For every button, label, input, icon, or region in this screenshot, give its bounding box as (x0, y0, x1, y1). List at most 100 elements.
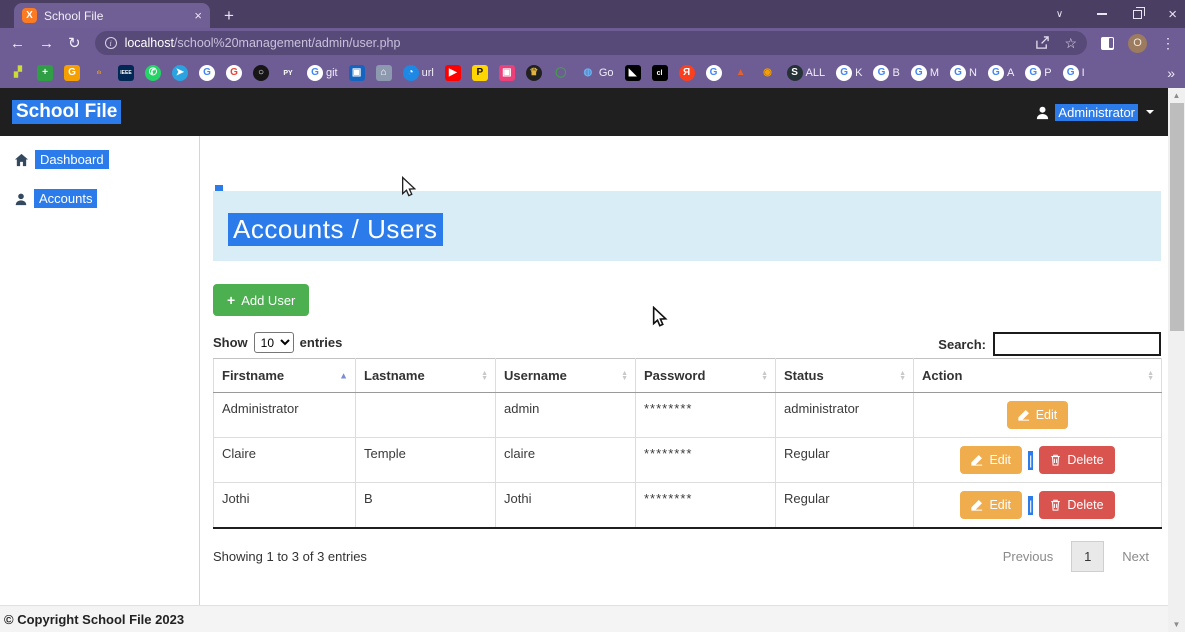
share-icon[interactable] (1035, 36, 1050, 50)
scrollbar-thumb[interactable] (1170, 103, 1184, 331)
google-icon[interactable]: G (199, 65, 215, 81)
button-separator: | (1028, 496, 1033, 515)
sidebar: Dashboard Accounts (0, 136, 200, 605)
minimize-button[interactable] (1097, 13, 1107, 15)
tab-close-icon[interactable]: × (194, 8, 202, 23)
edit-button[interactable]: Edit (960, 491, 1022, 519)
matlab-icon[interactable]: ▲ (733, 65, 749, 81)
delete-button[interactable]: Delete (1039, 491, 1114, 519)
google-n-icon[interactable]: GN (950, 65, 977, 81)
flag-icon[interactable]: ▣ (349, 65, 365, 81)
github-icon[interactable]: ○ (253, 65, 269, 81)
ring-icon[interactable]: ◯ (553, 65, 569, 81)
entries-label: entries (300, 335, 343, 350)
youtube-icon[interactable]: ▶ (445, 65, 461, 81)
column-header-password[interactable]: Password▲▼ (636, 359, 776, 393)
google-icon-2[interactable]: G (226, 65, 242, 81)
url-icon[interactable]: ◔url (403, 65, 434, 81)
sidebar-item-label: Dashboard (35, 150, 109, 169)
search-label: Search: (938, 337, 986, 352)
caret-down-icon (1146, 110, 1154, 114)
hat-icon[interactable]: ♛ (526, 65, 542, 81)
bank-icon[interactable]: ⌂ (376, 65, 392, 81)
p-icon[interactable]: P (472, 65, 488, 81)
telegram-icon[interactable]: ➤ (172, 65, 188, 81)
main-content: Accounts / Users + Add User Show 10 entr… (213, 136, 1161, 605)
scroll-up-icon[interactable]: ▲ (1168, 88, 1185, 103)
user-name: Administrator (1055, 104, 1138, 121)
browser-menu-icon[interactable]: ⋮ (1161, 35, 1175, 52)
edit-button[interactable]: Edit (1007, 401, 1069, 429)
yandex-icon[interactable]: Я (679, 65, 695, 81)
google-icon-3[interactable]: G (706, 65, 722, 81)
search-input[interactable] (993, 332, 1161, 356)
sort-icon: ▲▼ (481, 371, 488, 381)
whatsapp-icon[interactable]: ✆ (145, 65, 161, 81)
browser-tab[interactable]: X School File × (14, 3, 210, 28)
google-k-icon[interactable]: GK (836, 65, 862, 81)
sort-icon: ▲▼ (899, 371, 906, 381)
user-menu[interactable]: Administrator (1035, 104, 1154, 121)
edit-icon (971, 454, 983, 466)
new-tab-button[interactable]: + (224, 3, 234, 28)
address-bar[interactable]: i localhost/school%20management/admin/us… (95, 31, 1087, 55)
side-panel-icon[interactable] (1101, 37, 1114, 50)
sort-icon: ▲▼ (1147, 371, 1154, 381)
sheets-icon[interactable]: + (37, 65, 53, 81)
go-icon[interactable]: ◍Go (580, 65, 614, 81)
restore-button[interactable] (1133, 10, 1142, 19)
bookmark-star-icon[interactable]: ☆ (1064, 35, 1077, 52)
pagination-next[interactable]: Next (1110, 541, 1161, 572)
sidebar-item-dashboard[interactable]: Dashboard (14, 150, 199, 169)
page-size-select[interactable]: 10 (254, 332, 294, 353)
app-footer: © Copyright School File 2023 (0, 605, 1168, 632)
pagination-page-1[interactable]: 1 (1071, 541, 1104, 572)
ieee-icon[interactable]: IEEE (118, 65, 134, 81)
page-title-panel: Accounts / Users (213, 191, 1161, 261)
column-header-lastname[interactable]: Lastname▲▼ (356, 359, 496, 393)
python-icon[interactable]: PY (280, 65, 296, 81)
penguin-icon[interactable]: ◣ (625, 65, 641, 81)
app-brand: School File (12, 100, 121, 124)
trash-icon (1050, 454, 1061, 466)
window-close-button[interactable]: × (1168, 6, 1177, 23)
column-header-action[interactable]: Action▲▼ (914, 359, 1162, 393)
tab-title: School File (44, 9, 187, 23)
analytics-icon[interactable]: ▞ (10, 65, 26, 81)
google-i-icon[interactable]: GI (1063, 65, 1085, 81)
site-info-icon[interactable]: i (105, 37, 117, 49)
page-scrollbar[interactable]: ▲ ▼ (1168, 88, 1185, 632)
back-button[interactable]: ← (10, 35, 25, 52)
tab-search-chevron-icon[interactable]: ∨ (1056, 9, 1063, 20)
google-p-icon[interactable]: GP (1025, 65, 1051, 81)
eye-icon[interactable]: ◉ (760, 65, 776, 81)
trash-icon (1050, 499, 1061, 511)
column-header-username[interactable]: Username▲▼ (496, 359, 636, 393)
edit-button[interactable]: Edit (960, 446, 1022, 474)
office-icon[interactable]: G (64, 65, 80, 81)
bar-chart-icon[interactable]: ılı (91, 65, 107, 81)
column-header-firstname[interactable]: Firstname▲ (214, 359, 356, 393)
google-b-icon[interactable]: GB (873, 65, 899, 81)
camera-icon[interactable]: ▣ (499, 65, 515, 81)
bookmarks-overflow-chevron[interactable]: » (1167, 65, 1175, 81)
sidebar-item-label: Accounts (34, 189, 97, 208)
edit-icon (971, 499, 983, 511)
pagination-previous[interactable]: Previous (991, 541, 1066, 572)
scroll-down-icon[interactable]: ▼ (1168, 617, 1185, 632)
cl-icon[interactable]: cl (652, 65, 668, 81)
delete-button[interactable]: Delete (1039, 446, 1114, 474)
add-user-button[interactable]: + Add User (213, 284, 309, 316)
sidebar-item-accounts[interactable]: Accounts (14, 189, 199, 208)
reload-button[interactable]: ↻ (68, 34, 81, 52)
s-all-icon[interactable]: SALL (787, 65, 826, 81)
forward-button[interactable]: → (39, 35, 54, 52)
google-m-icon[interactable]: GM (911, 65, 939, 81)
profile-avatar[interactable]: O (1128, 34, 1147, 53)
google-git-icon[interactable]: Ggit (307, 65, 338, 81)
column-header-status[interactable]: Status▲▼ (776, 359, 914, 393)
users-table: Firstname▲ Lastname▲▼ Username▲▼ Passwor… (213, 358, 1162, 529)
app-header: School File Administrator (0, 88, 1168, 136)
google-a-icon[interactable]: GA (988, 65, 1014, 81)
table-controls: Show 10 entries Search: (213, 332, 1161, 358)
